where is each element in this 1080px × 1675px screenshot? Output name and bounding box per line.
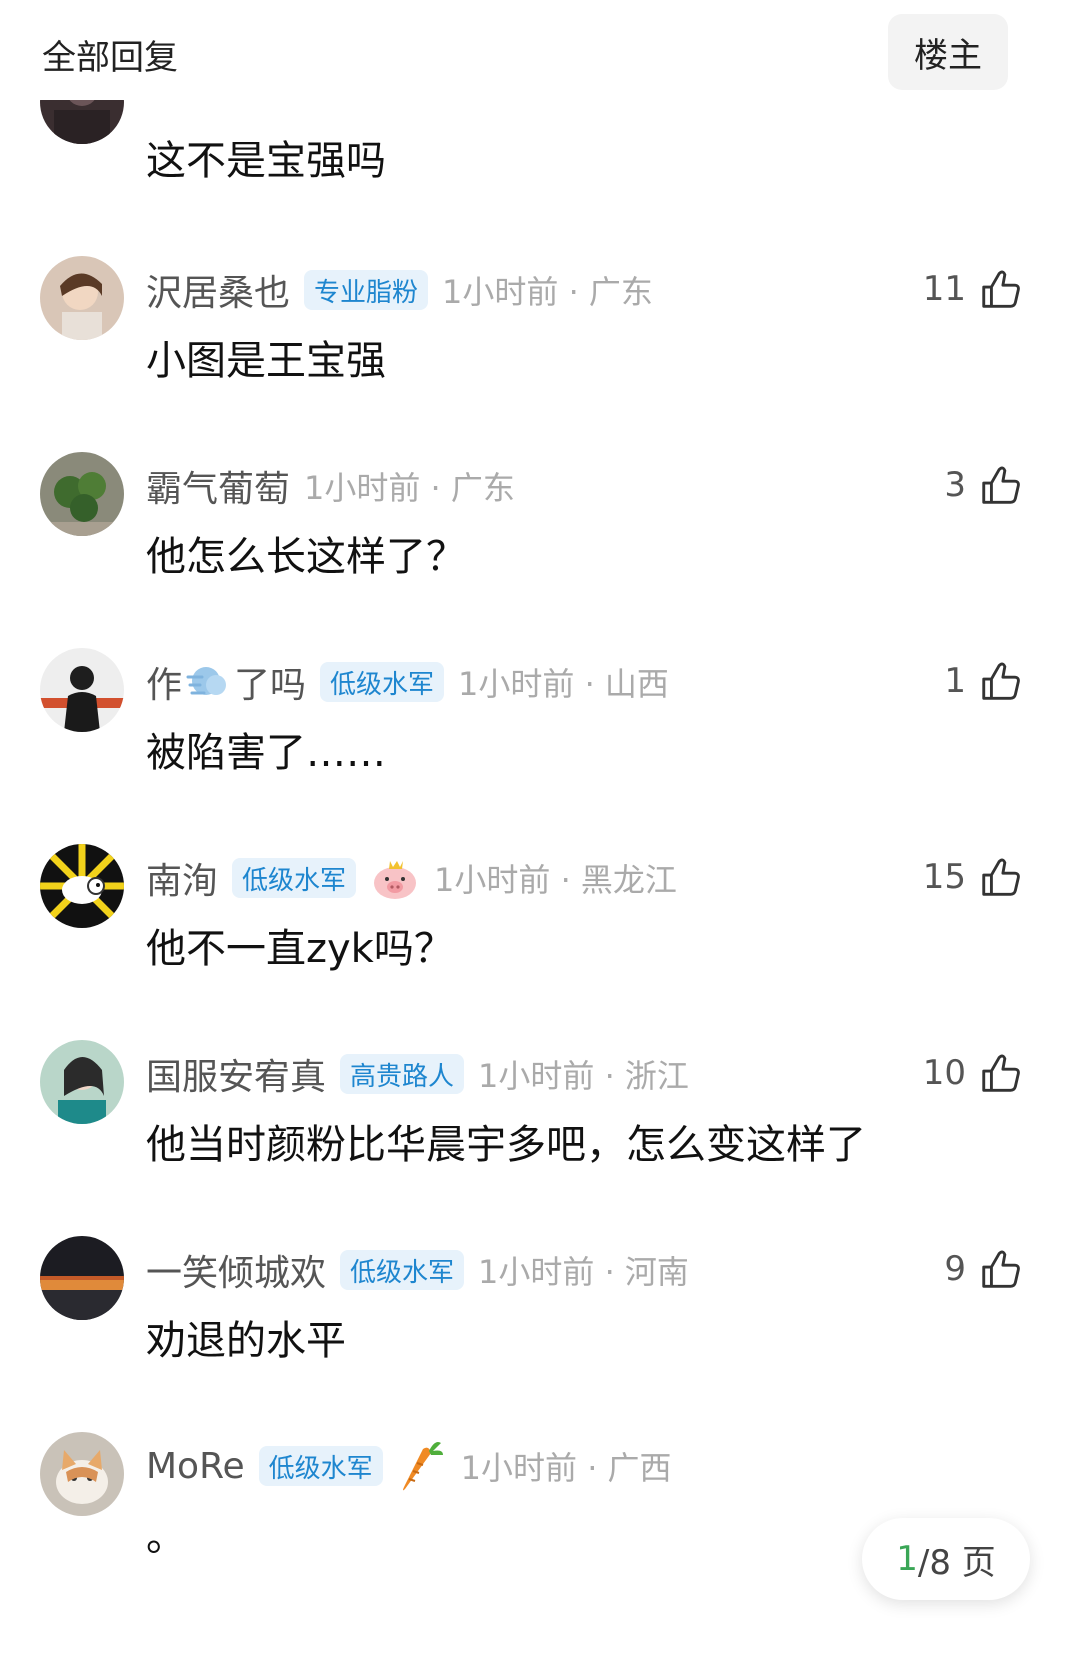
total-pages: /8 页 <box>917 1542 996 1583</box>
time-location: 1小时前 · 广西 <box>460 1449 672 1487</box>
like-count: 1 <box>944 661 966 701</box>
username-prefix[interactable]: 作 <box>146 656 182 708</box>
thumbs-up-icon <box>978 1050 1024 1096</box>
reply-meta: 作 了吗 低级水军 1小时前 · 山西 <box>146 656 669 708</box>
reply-item: 国服安宥真 高贵路人 1小时前 · 浙江 10 他当时颜粉比华晨宇多吧，怎么变这… <box>0 1040 1080 1240</box>
user-badge: 高贵路人 <box>340 1054 465 1094</box>
like-count: 15 <box>922 857 966 897</box>
time-location: 1小时前 · 河南 <box>478 1253 689 1291</box>
time-location: 1小时前 · 广东 <box>304 469 515 507</box>
reply-content: 他不一直zyk吗？ <box>146 926 454 972</box>
thumbs-up-icon <box>978 266 1024 312</box>
header-bar: 全部回复 楼主 <box>0 0 1080 100</box>
avatar[interactable] <box>40 844 124 928</box>
username[interactable]: 国服安宥真 <box>146 1048 326 1100</box>
avatar[interactable] <box>40 1236 124 1320</box>
avatar[interactable] <box>40 1432 124 1516</box>
like-button[interactable]: 9 <box>944 1246 1024 1292</box>
reply-meta: MoRe 低级水军 1小时前 · 广西 <box>146 1440 672 1492</box>
reply-content: 小图是王宝强 <box>146 338 386 384</box>
user-badge: 低级水军 <box>320 662 445 702</box>
like-count: 10 <box>922 1053 966 1093</box>
page-indicator[interactable]: 1 /8 页 <box>862 1518 1030 1600</box>
avatar[interactable] <box>40 256 124 340</box>
username[interactable]: 一笑倾城欢 <box>146 1244 326 1296</box>
thumbs-up-icon <box>978 658 1024 704</box>
time-location: 1小时前 · 浙江 <box>478 1057 689 1095</box>
user-badge: 低级水军 <box>340 1250 465 1290</box>
current-page: 1 <box>896 1539 918 1579</box>
reply-content: 他当时颜粉比华晨宇多吧，怎么变这样了 <box>146 1122 866 1168</box>
reply-content: 。 <box>146 1514 186 1560</box>
reply-content: 劝退的水平 <box>146 1318 346 1364</box>
all-replies-title: 全部回复 <box>42 38 178 78</box>
username[interactable]: MoRe <box>146 1446 245 1487</box>
username[interactable]: 霸气葡萄 <box>146 460 290 512</box>
reply-item: 一笑倾城欢 低级水军 1小时前 · 河南 9 劝退的水平 <box>0 1236 1080 1436</box>
like-button[interactable]: 11 <box>923 266 1024 312</box>
time-location: 1小时前 · 山西 <box>458 665 669 703</box>
carrot-emoji-icon <box>397 1439 447 1493</box>
reply-content: 他怎么长这样了？ <box>146 534 466 580</box>
reply-meta: 国服安宥真 高贵路人 1小时前 · 浙江 <box>146 1048 689 1100</box>
avatar[interactable] <box>40 648 124 732</box>
reply-item: 作 了吗 低级水军 1小时前 · 山西 1 被陷害了…… <box>0 648 1080 848</box>
username[interactable]: 沢居桑也 <box>146 264 290 316</box>
reply-meta: 霸气葡萄 1小时前 · 广东 <box>146 460 515 512</box>
thumbs-up-icon <box>978 854 1024 900</box>
reply-meta: 一笑倾城欢 低级水军 1小时前 · 河南 <box>146 1244 689 1296</box>
avatar[interactable] <box>40 1040 124 1124</box>
reply-item: 霸气葡萄 1小时前 · 广东 3 他怎么长这样了？ <box>0 452 1080 652</box>
reply-content: 被陷害了…… <box>146 730 386 776</box>
username[interactable]: 南洵 <box>146 852 218 904</box>
like-button[interactable]: 15 <box>923 854 1024 900</box>
user-badge: 低级水军 <box>258 1446 383 1486</box>
reply-content: 这不是宝强吗 <box>146 138 386 184</box>
pig-emoji-icon <box>370 855 420 901</box>
reply-meta: 南洵 低级水军 1小时前 · 黑龙江 <box>146 852 677 904</box>
reply-meta: 沢居桑也 专业脂粉 1小时前 · 广东 <box>146 264 653 316</box>
reply-item: 南洵 低级水军 1小时前 · 黑龙江 15 他不一直zyk吗？ <box>0 844 1080 1044</box>
like-count: 9 <box>944 1249 966 1289</box>
like-count: 3 <box>944 465 966 505</box>
thumbs-up-icon <box>978 1246 1024 1292</box>
time-location: 1小时前 · 黑龙江 <box>434 861 677 899</box>
like-button[interactable]: 3 <box>944 462 1024 508</box>
like-button[interactable]: 10 <box>923 1050 1024 1096</box>
like-count: 11 <box>922 269 966 309</box>
user-badge: 低级水军 <box>232 858 357 898</box>
time-location: 1小时前 · 广东 <box>442 273 653 311</box>
user-badge: 专业脂粉 <box>304 270 429 310</box>
wind-emoji-icon <box>186 661 232 703</box>
avatar[interactable] <box>40 452 124 536</box>
reply-item: 沢居桑也 专业脂粉 1小时前 · 广东 11 小图是王宝强 <box>0 256 1080 456</box>
username-suffix[interactable]: 了吗 <box>234 656 306 708</box>
thumbs-up-icon <box>978 462 1024 508</box>
op-only-button[interactable]: 楼主 <box>888 14 1008 90</box>
like-button[interactable]: 1 <box>944 658 1024 704</box>
